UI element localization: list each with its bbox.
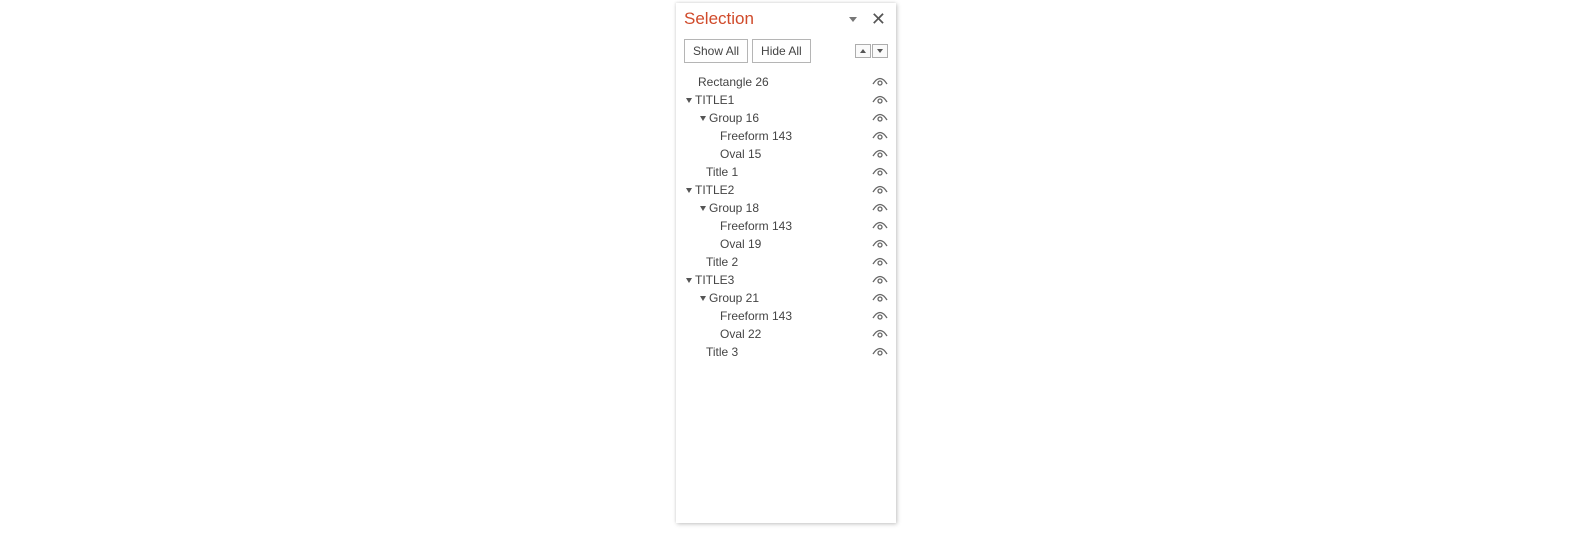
tree-item-label: TITLE3 (695, 273, 734, 287)
tree-item[interactable]: Title 2 (680, 253, 888, 271)
tree-item-label: Title 1 (706, 165, 738, 179)
panel-header: Selection ✕ (676, 3, 896, 35)
visibility-toggle-icon[interactable] (872, 148, 888, 160)
tree-item-content: Oval 19 (680, 237, 761, 251)
move-up-button[interactable] (855, 44, 871, 58)
tree-item-content: Freeform 143 (680, 219, 792, 233)
tree-item-content: TITLE3 (680, 273, 734, 287)
toolbar: Show All Hide All (676, 35, 896, 67)
tree-item[interactable]: Title 3 (680, 343, 888, 361)
visibility-toggle-icon[interactable] (872, 94, 888, 106)
tree-item[interactable]: Freeform 143 (680, 217, 888, 235)
selection-panel: Selection ✕ Show All Hide All Rectangle … (676, 3, 896, 523)
show-all-button[interactable]: Show All (684, 39, 748, 63)
tree-item-content: Group 18 (680, 201, 759, 215)
tree-item-label: Freeform 143 (720, 309, 792, 323)
tree-item-label: Oval 19 (720, 237, 761, 251)
tree-item[interactable]: Group 18 (680, 199, 888, 217)
tree-item-label: Title 3 (706, 345, 738, 359)
tree-item[interactable]: TITLE3 (680, 271, 888, 289)
tree-item-content: Freeform 143 (680, 309, 792, 323)
tree-item-label: Rectangle 26 (698, 75, 769, 89)
selection-tree: Rectangle 26 TITLE1 Group 16 Freeform 143 Ov… (676, 67, 896, 367)
close-icon[interactable]: ✕ (869, 10, 888, 28)
expand-caret-icon[interactable] (700, 116, 706, 121)
visibility-toggle-icon[interactable] (872, 220, 888, 232)
tree-item[interactable]: Oval 19 (680, 235, 888, 253)
tree-item[interactable]: Title 1 (680, 163, 888, 181)
chevron-up-icon (860, 49, 866, 53)
tree-item-label: TITLE1 (695, 93, 734, 107)
visibility-toggle-icon[interactable] (872, 112, 888, 124)
tree-item-content: Oval 22 (680, 327, 761, 341)
hide-all-button[interactable]: Hide All (752, 39, 811, 63)
panel-options-dropdown-icon[interactable] (849, 17, 857, 22)
tree-item[interactable]: Oval 22 (680, 325, 888, 343)
chevron-down-icon (877, 49, 883, 53)
expand-caret-icon[interactable] (700, 206, 706, 211)
tree-item[interactable]: Rectangle 26 (680, 73, 888, 91)
tree-item-content: Title 2 (680, 255, 738, 269)
tree-item-content: Group 21 (680, 291, 759, 305)
expand-caret-icon[interactable] (686, 98, 692, 103)
tree-item-label: Group 21 (709, 291, 759, 305)
visibility-toggle-icon[interactable] (872, 328, 888, 340)
visibility-toggle-icon[interactable] (872, 166, 888, 178)
visibility-toggle-icon[interactable] (872, 346, 888, 358)
tree-item-content: Group 16 (680, 111, 759, 125)
visibility-toggle-icon[interactable] (872, 184, 888, 196)
expand-caret-icon[interactable] (700, 296, 706, 301)
tree-item-content: Freeform 143 (680, 129, 792, 143)
expand-caret-icon[interactable] (686, 278, 692, 283)
tree-item-label: Freeform 143 (720, 129, 792, 143)
visibility-toggle-icon[interactable] (872, 202, 888, 214)
visibility-toggle-icon[interactable] (872, 256, 888, 268)
visibility-toggle-icon[interactable] (872, 76, 888, 88)
tree-item[interactable]: Freeform 143 (680, 307, 888, 325)
tree-item-content: Oval 15 (680, 147, 761, 161)
header-icons: ✕ (849, 10, 888, 28)
tree-item-label: Group 16 (709, 111, 759, 125)
tree-item-label: Freeform 143 (720, 219, 792, 233)
reorder-buttons (855, 44, 888, 58)
visibility-toggle-icon[interactable] (872, 238, 888, 250)
expand-caret-icon[interactable] (686, 188, 692, 193)
toolbar-buttons: Show All Hide All (684, 39, 811, 63)
tree-item-label: Title 2 (706, 255, 738, 269)
visibility-toggle-icon[interactable] (872, 310, 888, 322)
tree-item[interactable]: Freeform 143 (680, 127, 888, 145)
tree-item-content: TITLE2 (680, 183, 734, 197)
tree-item-label: Oval 15 (720, 147, 761, 161)
tree-item-content: Title 1 (680, 165, 738, 179)
tree-item[interactable]: TITLE1 (680, 91, 888, 109)
tree-item-content: Rectangle 26 (680, 75, 769, 89)
tree-item-content: TITLE1 (680, 93, 734, 107)
tree-item[interactable]: Group 21 (680, 289, 888, 307)
tree-item-label: Oval 22 (720, 327, 761, 341)
tree-item-label: TITLE2 (695, 183, 734, 197)
tree-item[interactable]: Group 16 (680, 109, 888, 127)
tree-item[interactable]: Oval 15 (680, 145, 888, 163)
visibility-toggle-icon[interactable] (872, 130, 888, 142)
tree-item[interactable]: TITLE2 (680, 181, 888, 199)
visibility-toggle-icon[interactable] (872, 274, 888, 286)
panel-title: Selection (684, 9, 754, 29)
move-down-button[interactable] (872, 44, 888, 58)
tree-item-content: Title 3 (680, 345, 738, 359)
visibility-toggle-icon[interactable] (872, 292, 888, 304)
tree-item-label: Group 18 (709, 201, 759, 215)
